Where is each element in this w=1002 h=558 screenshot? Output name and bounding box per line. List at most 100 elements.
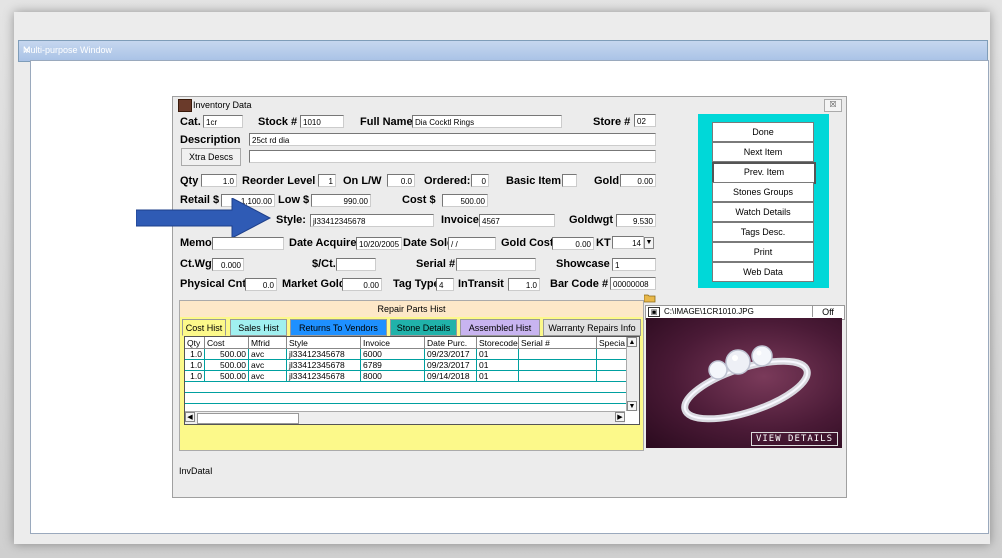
physical-count-field[interactable]: 0.0 (245, 278, 277, 291)
reorder-field[interactable]: 1 (318, 174, 336, 187)
table-cell[interactable]: avc (249, 349, 287, 360)
cost-hist-grid[interactable]: Qty Cost Mfrid Style Invoice Date Purc. … (184, 336, 640, 425)
onlw-field[interactable]: 0.0 (387, 174, 415, 187)
table-cell[interactable]: 09/14/2018 (425, 371, 477, 382)
xtra-descs-button[interactable]: Xtra Descs (181, 148, 241, 166)
table-cell[interactable]: 09/23/2017 (425, 360, 477, 371)
done-button[interactable]: Done (712, 122, 814, 142)
table-cell[interactable]: 09/23/2017 (425, 349, 477, 360)
basic-item-checkbox[interactable] (562, 174, 577, 187)
table-cell[interactable] (519, 371, 597, 382)
memo-field[interactable] (212, 237, 284, 250)
table-cell[interactable]: 1.0 (185, 371, 205, 382)
table-cell[interactable]: 8000 (361, 371, 425, 382)
tab-sales-hist[interactable]: Sales Hist (230, 319, 287, 336)
view-details-button[interactable]: VIEW DETAILS (750, 432, 838, 446)
stock-field[interactable]: 1010 (300, 115, 344, 128)
chevron-down-icon[interactable]: ▼ (644, 237, 654, 249)
watch-details-button[interactable]: Watch Details (712, 202, 814, 222)
scroll-left-icon[interactable]: ◀ (185, 412, 195, 422)
table-cell[interactable] (519, 349, 597, 360)
table-cell[interactable]: 01 (477, 371, 519, 382)
intransit-field[interactable]: 1.0 (508, 278, 540, 291)
table-cell[interactable] (519, 360, 597, 371)
table-cell[interactable]: 6000 (361, 349, 425, 360)
table-cell[interactable]: jl33412345678 (287, 360, 361, 371)
ctwgt-field[interactable]: 0.000 (212, 258, 244, 271)
showcase-field[interactable]: 1 (612, 258, 656, 271)
stones-groups-button[interactable]: Stones Groups (712, 182, 814, 202)
gold-field[interactable]: 0.00 (620, 174, 656, 187)
folder-icon[interactable] (643, 293, 656, 303)
reorder-label: Reorder Level (242, 175, 316, 187)
price-per-ct-field[interactable] (336, 258, 376, 271)
table-cell[interactable]: 1.0 (185, 360, 205, 371)
style-field[interactable]: jl33412345678 (310, 214, 434, 227)
column-header[interactable]: Invoice (361, 337, 425, 349)
store-field[interactable]: 02 (634, 114, 656, 127)
web-data-button[interactable]: Web Data (712, 262, 814, 282)
tab-warranty-repairs-info[interactable]: Warranty Repairs Info (543, 319, 641, 336)
vertical-scrollbar[interactable]: ▲ ▼ (626, 337, 639, 411)
market-gold-field[interactable]: 0.00 (342, 278, 382, 291)
table-cell[interactable]: 6789 (361, 360, 425, 371)
goldwgt-field[interactable]: 9.530 (616, 214, 656, 227)
tab-assembled-hist[interactable]: Assembled Hist (460, 319, 540, 336)
column-header[interactable]: Style (287, 337, 361, 349)
outer-close-icon[interactable]: ✕ (23, 45, 983, 56)
column-header[interactable]: Mfrid (249, 337, 287, 349)
table-cell[interactable]: 500.00 (205, 360, 249, 371)
cost-field[interactable]: 500.00 (442, 194, 488, 207)
horizontal-scrollbar[interactable]: ◀ ▶ (185, 411, 625, 424)
column-header[interactable]: Qty (185, 337, 205, 349)
table-cell[interactable]: 500.00 (205, 371, 249, 382)
table-cell[interactable] (597, 360, 627, 371)
barcode-field[interactable]: 00000008 (610, 277, 656, 290)
column-header[interactable]: Date Purc. (425, 337, 477, 349)
table-cell[interactable]: 01 (477, 349, 519, 360)
repair-parts-hist-button[interactable]: Repair Parts Hist (180, 301, 643, 317)
low-field[interactable]: 990.00 (311, 194, 371, 207)
tab-stone-details[interactable]: Stone Details (390, 319, 457, 336)
invoice-field[interactable]: 4567 (479, 214, 555, 227)
column-header[interactable]: Serial # (519, 337, 597, 349)
column-header[interactable]: Cost (205, 337, 249, 349)
table-cell[interactable]: 01 (477, 360, 519, 371)
table-cell[interactable]: 500.00 (205, 349, 249, 360)
scroll-up-icon[interactable]: ▲ (627, 337, 637, 347)
table-cell[interactable]: jl33412345678 (287, 349, 361, 360)
table-cell[interactable] (597, 349, 627, 360)
cat-field[interactable]: 1cr (203, 115, 243, 128)
scroll-down-icon[interactable]: ▼ (627, 401, 637, 411)
table-cell[interactable]: avc (249, 360, 287, 371)
next-item-button[interactable]: Next Item (712, 142, 814, 162)
tag-type-field[interactable]: 4 (436, 278, 454, 291)
prev-item-button[interactable]: Prev. Item (712, 162, 816, 184)
qty-field[interactable]: 1.0 (201, 174, 237, 187)
table-cell[interactable]: jl33412345678 (287, 371, 361, 382)
scroll-right-icon[interactable]: ▶ (615, 412, 625, 422)
date-acquired-field[interactable]: 10/20/2005 (356, 237, 402, 250)
column-header[interactable]: Storecode (477, 337, 519, 349)
table-cell[interactable] (597, 371, 627, 382)
ordered-field[interactable]: 0 (471, 174, 489, 187)
column-header[interactable]: Specia (597, 337, 627, 349)
tab-cost-hist[interactable]: Cost Hist (182, 319, 226, 336)
description-field[interactable]: 25ct rd dia (249, 133, 656, 146)
serial-field[interactable] (456, 258, 536, 271)
fullname-field[interactable]: Dia Cocktl Rings (412, 115, 562, 128)
tags-desc-button[interactable]: Tags Desc. (712, 222, 814, 242)
gold-cost-field[interactable]: 0.00 (552, 237, 594, 250)
scroll-thumb[interactable] (197, 413, 299, 424)
close-icon[interactable]: ☒ (824, 99, 842, 112)
table-cell[interactable]: avc (249, 371, 287, 382)
product-image[interactable]: VIEW DETAILS (646, 318, 842, 448)
date-sold-field[interactable]: / / (448, 237, 496, 250)
kt-select[interactable]: 14 (612, 236, 644, 249)
xtra-descs-field[interactable] (249, 150, 656, 163)
image-toggle-button[interactable]: Off (812, 306, 843, 317)
camera-icon[interactable]: ▣ (648, 307, 660, 317)
tab-returns-to-vendors[interactable]: Returns To Vendors (290, 319, 387, 336)
print-button[interactable]: Print (712, 242, 814, 262)
table-cell[interactable]: 1.0 (185, 349, 205, 360)
